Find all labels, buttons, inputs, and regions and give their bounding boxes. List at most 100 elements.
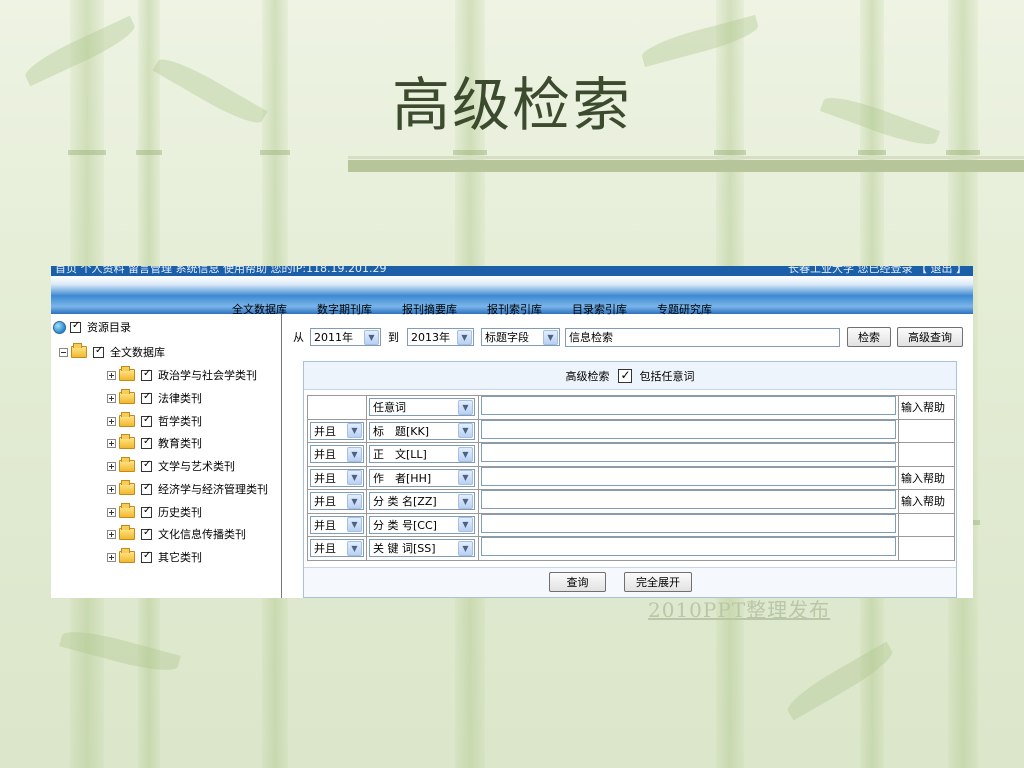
logic-cell: 并且 ▼ (307, 536, 367, 561)
query-button[interactable]: 查询 (549, 572, 606, 592)
tree-category: 教育类刊 (107, 434, 202, 451)
field-cell: 作 者[HH] ▼ (366, 465, 479, 490)
expand-icon[interactable] (107, 529, 116, 539)
chevron-down-icon: ▼ (347, 493, 362, 509)
criteria-input[interactable] (481, 419, 896, 439)
expand-icon[interactable] (107, 438, 116, 448)
criteria-field-value: 正 文[LL] (373, 448, 427, 462)
category-label[interactable]: 经济学与经济管理类刊 (158, 481, 268, 497)
logic-operator-select[interactable]: 并且 ▼ (310, 492, 364, 511)
category-checkbox[interactable] (141, 482, 152, 495)
folder-icon (119, 525, 135, 540)
top-links[interactable]: 首页 个人资料 留言管理 系统信息 使用帮助 您的IP:118.19.201.2… (55, 266, 387, 276)
logic-operator-select[interactable]: 并且 ▼ (310, 515, 364, 534)
root-checkbox[interactable] (70, 320, 81, 333)
expand-all-button[interactable]: 完全展开 (624, 572, 692, 592)
input-help-link[interactable]: 输入帮助 (901, 401, 945, 414)
include-any-label: 包括任意词 (639, 369, 695, 383)
slide-title: 高级检索 (391, 71, 632, 139)
category-label[interactable]: 政治学与社会学类刊 (158, 367, 257, 383)
chevron-down-icon: ▼ (458, 423, 473, 439)
expand-icon[interactable] (107, 484, 116, 494)
expand-icon[interactable] (107, 393, 116, 403)
category-checkbox[interactable] (141, 414, 152, 427)
category-label[interactable]: 法律类刊 (158, 390, 202, 406)
criteria-field-select[interactable]: 标 题[KK] ▼ (369, 421, 475, 440)
category-label[interactable]: 文化信息传播类刊 (158, 526, 246, 542)
criteria-row: 任意词 ▼ 输入帮助 (307, 395, 955, 420)
fulltext-checkbox[interactable] (93, 345, 104, 358)
tree-node-label[interactable]: 全文数据库 (110, 344, 165, 360)
criteria-field-select[interactable]: 任意词 ▼ (369, 398, 475, 417)
expand-icon[interactable] (107, 370, 116, 380)
advanced-search-box: 高级检索 包括任意词 任意词▼输入帮助并且▼标 题[KK]▼并且▼正 文[LL]… (303, 361, 957, 598)
include-any-checkbox[interactable] (617, 368, 632, 383)
criteria-field-select[interactable]: 作 者[HH] ▼ (369, 468, 475, 487)
chevron-down-icon: ▼ (458, 540, 473, 556)
category-checkbox[interactable] (141, 459, 152, 472)
tree-category: 政治学与社会学类刊 (107, 366, 257, 383)
advanced-header: 高级检索 包括任意词 (304, 362, 956, 390)
chevron-down-icon: ▼ (347, 540, 362, 556)
category-checkbox[interactable] (141, 550, 152, 563)
logic-cell (307, 395, 367, 420)
expand-icon[interactable] (107, 507, 116, 517)
from-year-select[interactable]: 2011年 ▼ (310, 328, 381, 346)
logic-operator-select[interactable]: 并且 ▼ (310, 539, 364, 558)
criteria-field-select[interactable]: 正 文[LL] ▼ (369, 445, 475, 464)
to-year-select[interactable]: 2013年 ▼ (407, 328, 474, 346)
category-checkbox[interactable] (141, 391, 152, 404)
search-button[interactable]: 检索 (847, 327, 891, 347)
logic-operator-select[interactable]: 并且 ▼ (310, 421, 364, 440)
category-label[interactable]: 文学与艺术类刊 (158, 458, 235, 474)
advanced-search-button[interactable]: 高级查询 (897, 327, 963, 347)
criteria-input[interactable] (481, 443, 896, 463)
logic-operator-select[interactable]: 并且 ▼ (310, 445, 364, 464)
folder-icon (119, 503, 135, 518)
search-input[interactable]: 信息检索 (565, 327, 840, 347)
category-label[interactable]: 历史类刊 (158, 504, 202, 520)
help-cell (898, 418, 955, 443)
criteria-field-select[interactable]: 关 键 词[SS] ▼ (369, 539, 475, 558)
advanced-title: 高级检索 (565, 369, 610, 383)
input-cell (478, 489, 899, 514)
criteria-input[interactable] (481, 537, 896, 557)
login-status[interactable]: 长春工业大学 您已经登录 【 退出 】 (788, 266, 967, 276)
expand-icon[interactable] (107, 461, 116, 471)
folder-icon (119, 366, 135, 381)
logic-cell: 并且 ▼ (307, 418, 367, 443)
logic-cell: 并且 ▼ (307, 489, 367, 514)
logic-operator-value: 并且 (314, 448, 336, 462)
criteria-input[interactable] (481, 513, 896, 533)
input-help-link[interactable]: 输入帮助 (901, 495, 945, 508)
expand-icon[interactable] (107, 416, 116, 426)
category-checkbox[interactable] (141, 368, 152, 381)
criteria-input[interactable] (481, 396, 896, 416)
folder-icon (119, 480, 135, 495)
input-help-link[interactable]: 输入帮助 (901, 472, 945, 485)
field-select[interactable]: 标题字段 ▼ (481, 328, 560, 346)
tree-category: 文化信息传播类刊 (107, 525, 246, 542)
criteria-field-select[interactable]: 分 类 名[ZZ] ▼ (369, 492, 475, 511)
field-cell: 标 题[KK] ▼ (366, 418, 479, 443)
category-label[interactable]: 其它类刊 (158, 549, 202, 565)
category-checkbox[interactable] (141, 527, 152, 540)
chevron-down-icon: ▼ (458, 517, 473, 533)
input-cell (478, 536, 899, 561)
tree-root-label[interactable]: 资源目录 (87, 319, 131, 335)
collapse-icon[interactable] (59, 347, 68, 357)
input-cell (478, 395, 899, 420)
criteria-input[interactable] (481, 490, 896, 510)
criteria-input[interactable] (481, 466, 896, 486)
folder-icon (119, 457, 135, 472)
expand-icon[interactable] (107, 552, 116, 562)
criteria-field-value: 关 键 词[SS] (373, 542, 436, 556)
chevron-down-icon: ▼ (347, 446, 362, 462)
logic-operator-select[interactable]: 并且 ▼ (310, 468, 364, 487)
category-label[interactable]: 哲学类刊 (158, 413, 202, 429)
category-checkbox[interactable] (141, 436, 152, 449)
criteria-field-select[interactable]: 分 类 号[CC] ▼ (369, 515, 475, 534)
category-checkbox[interactable] (141, 505, 152, 518)
criteria-field-value: 分 类 号[CC] (373, 518, 437, 532)
category-label[interactable]: 教育类刊 (158, 435, 202, 451)
